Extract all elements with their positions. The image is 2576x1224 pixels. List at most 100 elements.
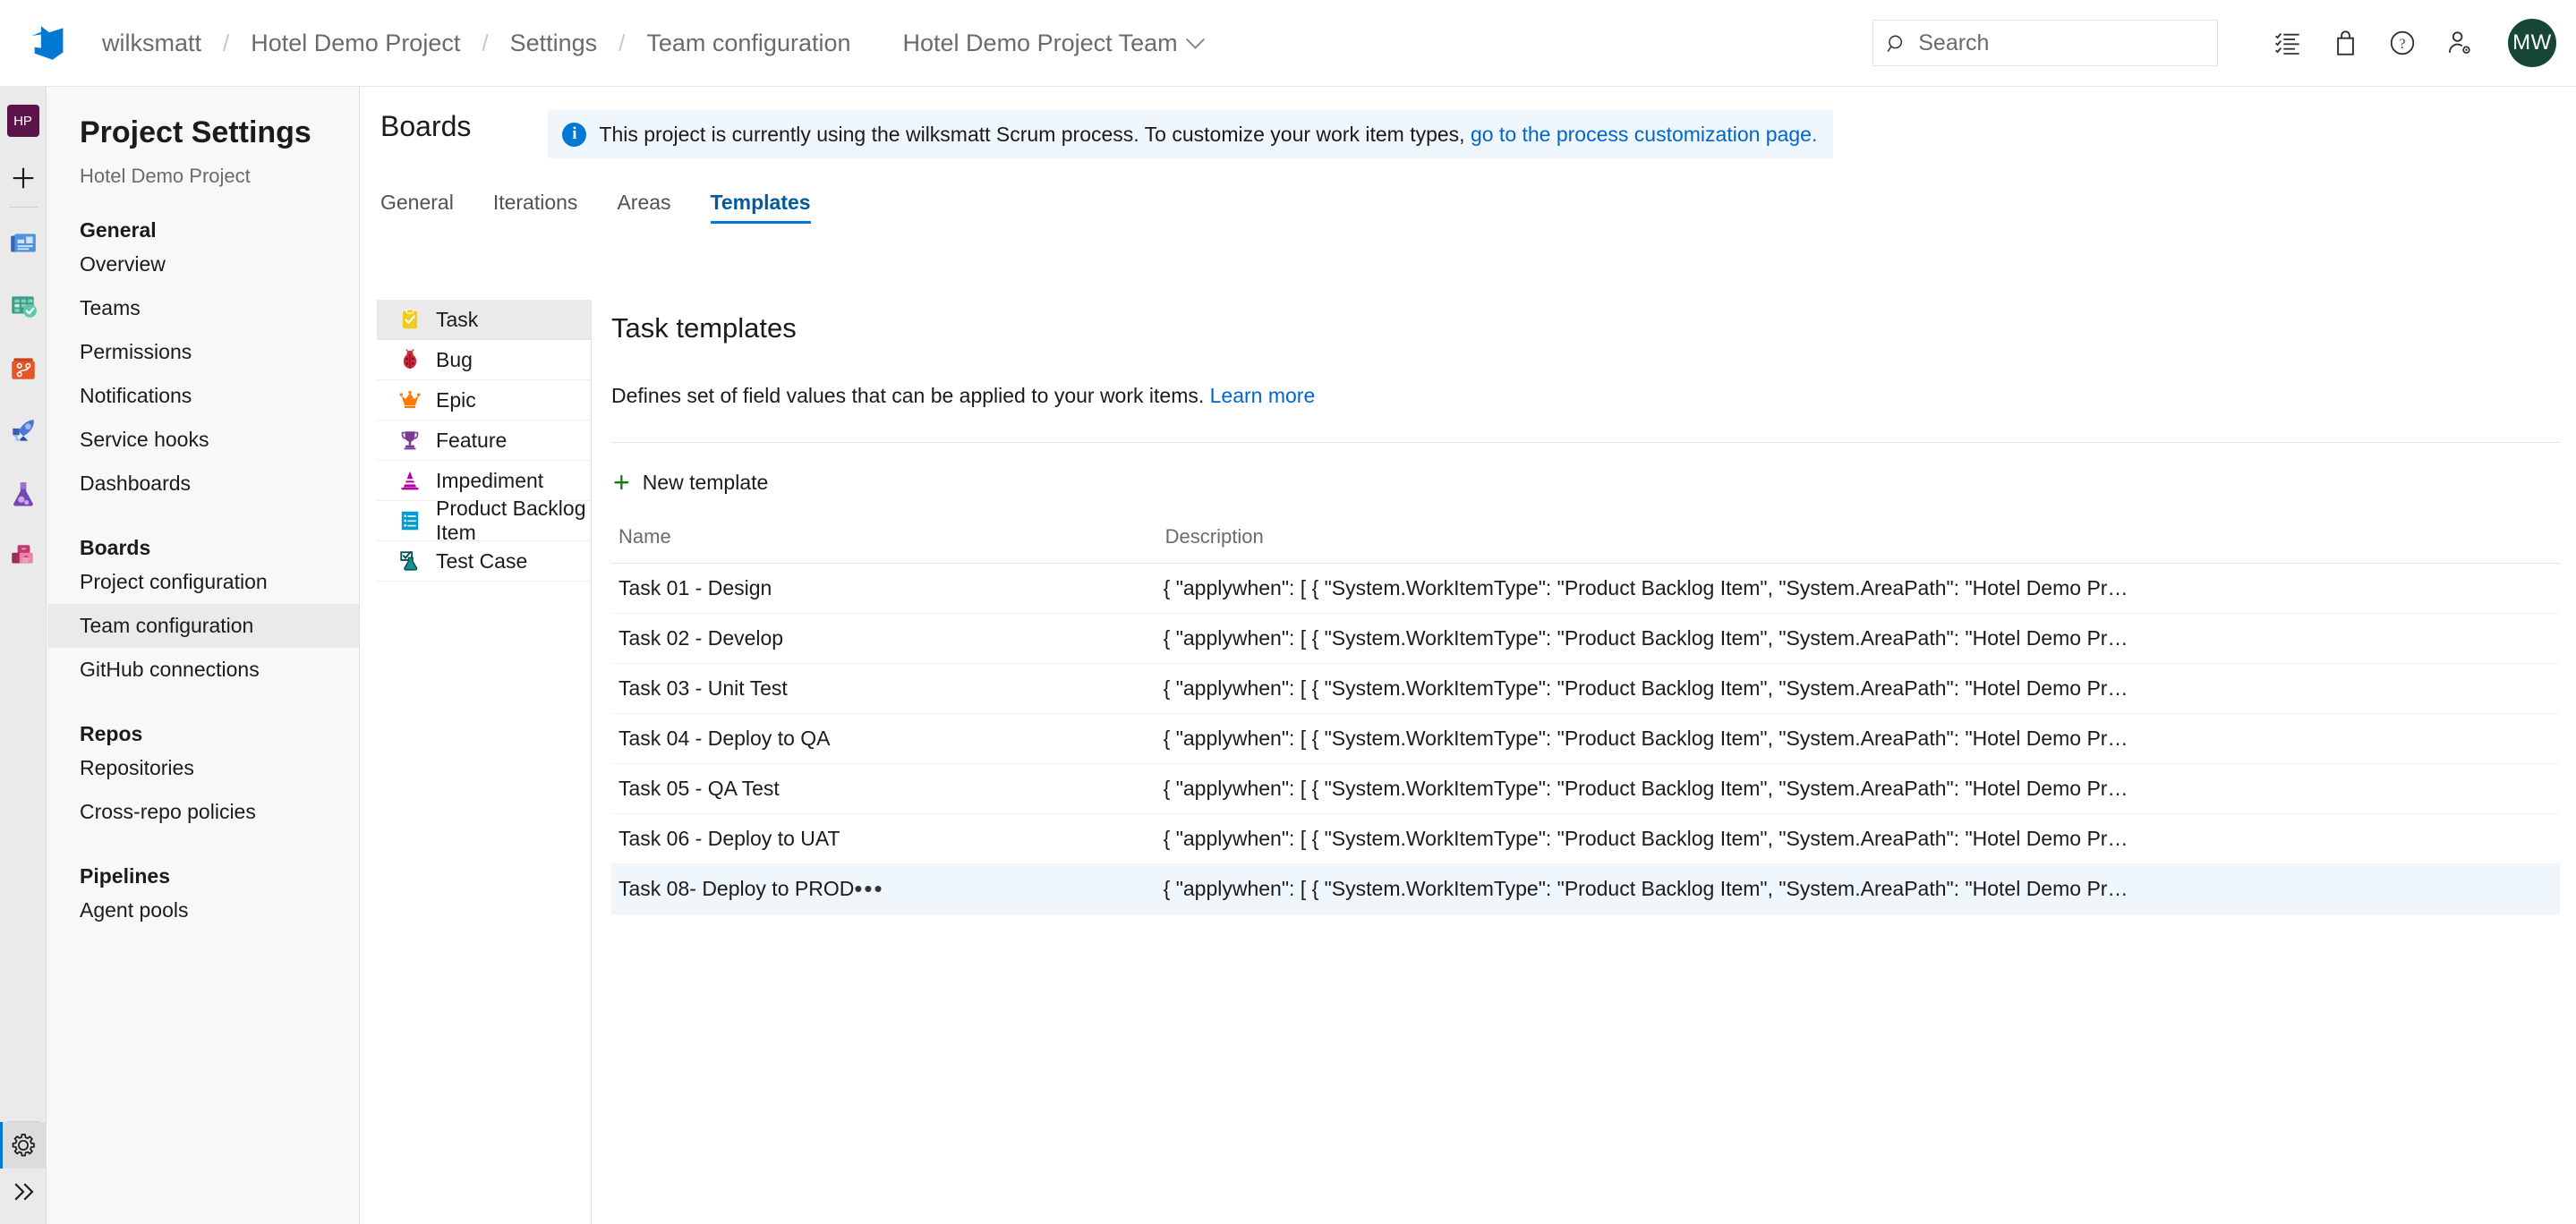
rail-item-overview[interactable] — [0, 220, 47, 267]
wit-item-epic[interactable]: Epic — [377, 380, 591, 421]
sidebar-item-notifications[interactable]: Notifications — [47, 374, 359, 418]
repos-icon — [8, 353, 38, 384]
breadcrumb-team-configuration[interactable]: Team configuration — [644, 26, 852, 61]
learn-more-link[interactable]: Learn more — [1210, 384, 1316, 407]
row-actions-cell: ••• — [854, 614, 1163, 664]
table-row[interactable]: Task 02 - Develop ••• { "applywhen": [ {… — [611, 614, 2560, 664]
nav-group-pipelines: Pipelines — [80, 864, 359, 888]
templates-description-text: Defines set of field values that can be … — [611, 384, 1204, 407]
azure-devops-logo-icon[interactable] — [20, 15, 75, 71]
rail-item-repos[interactable] — [0, 345, 47, 392]
rail-project-avatar[interactable]: HP — [0, 98, 47, 144]
sidebar-item-permissions[interactable]: Permissions — [47, 330, 359, 374]
template-name: Task 03 - Unit Test — [611, 664, 854, 714]
breadcrumb-project[interactable]: Hotel Demo Project — [249, 26, 462, 61]
project-avatar-initials: HP — [7, 105, 39, 137]
top-bar-actions: ? MW — [1872, 14, 2576, 72]
marketplace-bag-icon[interactable] — [2316, 14, 2374, 72]
search-icon — [1886, 31, 1907, 55]
wit-item-label: Test Case — [436, 549, 527, 574]
wit-item-impediment[interactable]: Impediment — [377, 461, 591, 501]
rail-expand-button[interactable] — [0, 1169, 47, 1215]
table-row[interactable]: Task 01 - Design more-actions-ellipsis-i… — [611, 564, 2560, 614]
backlog-checklist-icon[interactable] — [2259, 14, 2316, 72]
column-header-description[interactable]: Description — [1164, 525, 2560, 564]
project-settings-sidebar: Project Settings Hotel Demo Project Gene… — [47, 87, 360, 1224]
more-actions-ellipsis-icon[interactable]: ••• — [854, 875, 883, 902]
sidebar-item-agent-pools[interactable]: Agent pools — [47, 888, 359, 932]
template-description: { "applywhen": [ { "System.WorkItemType"… — [1164, 714, 2560, 764]
rail-item-pipelines[interactable] — [0, 408, 47, 455]
row-actions-cell: more-actions-ellipsis-icon — [854, 564, 1163, 614]
wit-item-product-backlog-item[interactable]: Product Backlog Item — [377, 501, 591, 541]
rail-item-artifacts[interactable] — [0, 533, 47, 580]
process-customization-link[interactable]: go to the process customization page. — [1471, 123, 1817, 146]
sidebar-item-teams[interactable]: Teams — [47, 286, 359, 330]
templates-divider — [611, 442, 2560, 443]
column-header-name[interactable]: Name — [611, 525, 854, 564]
wit-item-label: Bug — [436, 348, 473, 372]
templates-title: Task templates — [611, 312, 2560, 344]
table-row[interactable]: Task 04 - Deploy to QA ••• { "applywhen"… — [611, 714, 2560, 764]
sidebar-item-cross-repo-policies[interactable]: Cross-repo policies — [47, 790, 359, 834]
table-row[interactable]: Task 08- Deploy to PROD ••• { "applywhen… — [611, 864, 2560, 914]
table-row[interactable]: Task 03 - Unit Test ••• { "applywhen": [… — [611, 664, 2560, 714]
boards-icon — [8, 291, 38, 321]
create-new-button[interactable] — [0, 155, 47, 201]
tab-templates[interactable]: Templates — [711, 191, 811, 224]
wit-item-feature[interactable]: Feature — [377, 421, 591, 461]
template-name: Task 08- Deploy to PROD — [611, 864, 854, 914]
template-name: Task 02 - Develop — [611, 614, 854, 664]
rail-item-test-plans[interactable] — [0, 471, 47, 517]
row-actions-cell: ••• — [854, 764, 1163, 814]
section-title: Boards — [380, 110, 471, 143]
user-settings-icon[interactable] — [2431, 14, 2488, 72]
main-content: Boards i This project is currently using… — [361, 87, 2576, 1224]
page-subtitle: Hotel Demo Project — [80, 165, 359, 188]
rail-divider — [9, 207, 38, 208]
sidebar-item-overview[interactable]: Overview — [47, 242, 359, 286]
search-box[interactable] — [1872, 20, 2218, 66]
tab-general[interactable]: General — [380, 191, 454, 224]
rail-item-project-settings[interactable] — [0, 1122, 47, 1169]
chevron-down-icon — [1186, 30, 1205, 48]
table-header: Name Description — [611, 525, 2560, 564]
tab-iterations[interactable]: Iterations — [493, 191, 578, 224]
template-description: { "applywhen": [ { "System.WorkItemType"… — [1164, 864, 2560, 914]
help-question-icon[interactable]: ? — [2374, 14, 2431, 72]
sidebar-item-service-hooks[interactable]: Service hooks — [47, 418, 359, 462]
gear-icon — [9, 1131, 38, 1160]
wit-item-test-case[interactable]: Test Case — [377, 541, 591, 582]
wit-item-label: Feature — [436, 429, 507, 453]
new-template-button[interactable]: + New template — [611, 463, 777, 502]
breadcrumb-organization[interactable]: wilksmatt — [100, 26, 203, 61]
sidebar-item-team-configuration[interactable]: Team configuration — [47, 604, 359, 648]
wit-item-label: Product Backlog Item — [436, 497, 591, 545]
breadcrumb-settings[interactable]: Settings — [508, 26, 600, 61]
wit-item-bug[interactable]: Bug — [377, 340, 591, 380]
sidebar-item-github-connections[interactable]: GitHub connections — [47, 648, 359, 692]
test-plans-icon — [8, 479, 38, 509]
search-input[interactable] — [1918, 30, 2205, 56]
impediment-cone-icon — [398, 469, 422, 492]
table-row[interactable]: Task 06 - Deploy to UAT ••• { "applywhen… — [611, 814, 2560, 864]
user-avatar[interactable]: MW — [2508, 19, 2556, 67]
page-title: Project Settings — [80, 115, 359, 150]
template-description: { "applywhen": [ { "System.WorkItemType"… — [1164, 664, 2560, 714]
rail-item-boards[interactable] — [0, 283, 47, 329]
process-info-banner: i This project is currently using the wi… — [548, 110, 1833, 158]
template-name: Task 06 - Deploy to UAT — [611, 814, 854, 864]
info-banner-text: This project is currently using the wilk… — [599, 123, 1817, 147]
sidebar-item-project-configuration[interactable]: Project configuration — [47, 560, 359, 604]
tab-areas[interactable]: Areas — [617, 191, 670, 224]
team-selector[interactable]: Hotel Demo Project Team — [901, 26, 1202, 61]
wit-item-task[interactable]: Task — [377, 300, 591, 340]
table-row[interactable]: Task 05 - QA Test ••• { "applywhen": [ {… — [611, 764, 2560, 814]
templates-table: Name Description Task 01 - Design more-a… — [611, 525, 2560, 914]
epic-crown-icon — [398, 388, 422, 412]
template-description: { "applywhen": [ { "System.WorkItemType"… — [1164, 764, 2560, 814]
sidebar-item-dashboards[interactable]: Dashboards — [47, 462, 359, 506]
row-actions-cell: ••• — [854, 814, 1163, 864]
sidebar-item-repositories[interactable]: Repositories — [47, 746, 359, 790]
work-item-type-list: Task Bug Epic Feature Impediment — [377, 300, 592, 1224]
